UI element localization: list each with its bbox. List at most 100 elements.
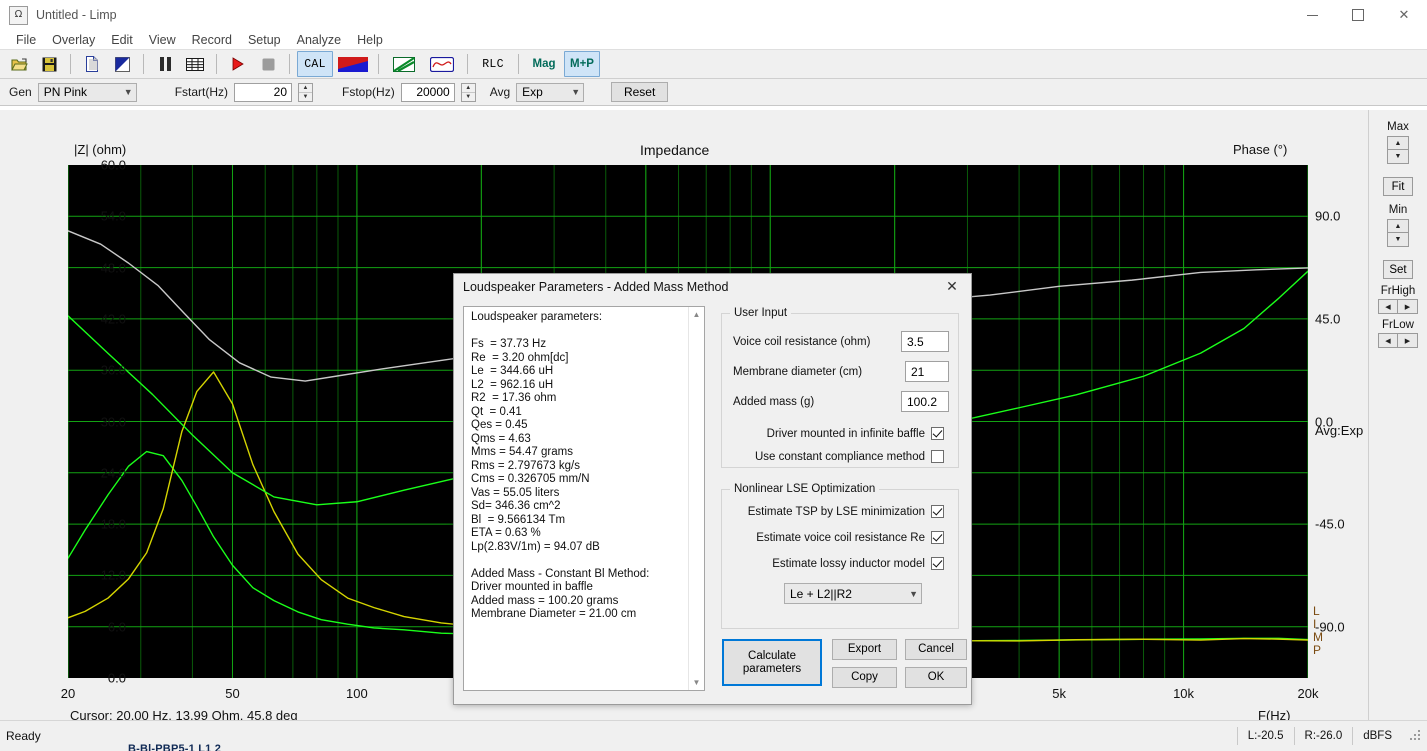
- menu-item-edit[interactable]: Edit: [103, 31, 141, 49]
- impedance-icon[interactable]: [386, 51, 422, 77]
- stepper-down-icon[interactable]: ▼: [299, 93, 312, 101]
- constant-compliance-row[interactable]: Use constant compliance method: [755, 450, 944, 463]
- infinite-baffle-row[interactable]: Driver mounted in infinite baffle: [767, 427, 944, 440]
- menu-item-setup[interactable]: Setup: [240, 31, 289, 49]
- left-axis-title: |Z| (ohm): [74, 142, 126, 157]
- colorbar-icon[interactable]: [335, 51, 371, 77]
- fstart-input[interactable]: 20: [234, 83, 292, 102]
- estimate-tsp-row[interactable]: Estimate TSP by LSE minimization: [748, 505, 944, 518]
- voice-coil-row: Voice coil resistance (ohm) 3.5: [733, 331, 949, 352]
- scroll-down-icon[interactable]: ▼: [689, 675, 704, 690]
- frhigh-left-icon[interactable]: ◀: [1378, 299, 1398, 314]
- menu-item-file[interactable]: File: [8, 31, 44, 49]
- save-file-icon[interactable]: [35, 51, 63, 77]
- pause-icon[interactable]: [151, 51, 179, 77]
- avg-select[interactable]: Exp ▼: [516, 83, 584, 102]
- menu-item-view[interactable]: View: [141, 31, 184, 49]
- user-input-group-title: User Input: [730, 307, 791, 319]
- min-stepper[interactable]: ▲ ▼: [1387, 219, 1409, 247]
- loudspeaker-parameters-dialog[interactable]: Loudspeaker Parameters - Added Mass Meth…: [453, 273, 972, 705]
- export-button[interactable]: Export: [832, 639, 897, 660]
- frlow-left-icon[interactable]: ◀: [1378, 333, 1398, 348]
- omega-icon: Ω: [9, 6, 28, 25]
- mag-phase-button[interactable]: M+P: [564, 51, 600, 77]
- stepper-down-icon[interactable]: ▼: [462, 93, 475, 101]
- estimate-re-checkbox[interactable]: [931, 531, 944, 544]
- voice-coil-input[interactable]: 3.5: [901, 331, 949, 352]
- constant-compliance-label: Use constant compliance method: [755, 451, 925, 463]
- rlc-button[interactable]: RLC: [475, 51, 511, 77]
- fit-button[interactable]: Fit: [1383, 177, 1413, 196]
- maximize-button[interactable]: [1335, 0, 1381, 30]
- fstop-input[interactable]: 20000: [401, 83, 455, 102]
- x-tick-label: 5k: [1052, 686, 1066, 701]
- menu-item-record[interactable]: Record: [184, 31, 240, 49]
- new-document-icon[interactable]: [78, 51, 106, 77]
- parameters-scrollbar[interactable]: ▲ ▼: [688, 307, 704, 690]
- generator-toolbar: Gen PN Pink ▼ Fstart(Hz) 20 ▲▼ Fstop(Hz)…: [0, 79, 1427, 106]
- stepper-up-icon[interactable]: ▲: [299, 84, 312, 93]
- status-right-group: L:-20.5 R:-26.0 dBFS: [1237, 726, 1427, 746]
- menu-item-help[interactable]: Help: [349, 31, 391, 49]
- estimate-lossy-checkbox[interactable]: [931, 557, 944, 570]
- infinite-baffle-checkbox[interactable]: [931, 427, 944, 440]
- open-file-icon[interactable]: [5, 51, 33, 77]
- dialog-body: Loudspeaker parameters: Fs = 37.73 Hz Re…: [454, 299, 971, 704]
- toolbar-separator: [378, 54, 379, 74]
- constant-compliance-checkbox[interactable]: [931, 450, 944, 463]
- menu-item-analyze[interactable]: Analyze: [289, 31, 349, 49]
- membrane-diameter-row: Membrane diameter (cm) 21: [733, 361, 949, 382]
- reset-button[interactable]: Reset: [611, 82, 668, 102]
- set-button[interactable]: Set: [1383, 260, 1413, 279]
- added-mass-row: Added mass (g) 100.2: [733, 391, 949, 412]
- fstop-stepper[interactable]: ▲▼: [461, 83, 476, 102]
- min-down-icon[interactable]: ▼: [1387, 233, 1409, 247]
- stepper-up-icon[interactable]: ▲: [462, 84, 475, 93]
- dialog-close-button[interactable]: ✕: [933, 274, 971, 299]
- ok-button[interactable]: OK: [905, 667, 967, 688]
- max-up-icon[interactable]: ▲: [1387, 136, 1409, 150]
- frhigh-right-icon[interactable]: ▶: [1398, 299, 1418, 314]
- max-stepper[interactable]: ▲ ▼: [1387, 136, 1409, 164]
- cal-button[interactable]: CAL: [297, 51, 333, 77]
- calculate-parameters-button[interactable]: Calculate parameters: [722, 639, 822, 686]
- inductor-model-select[interactable]: Le + L2||R2 ▼: [784, 583, 922, 604]
- estimate-tsp-checkbox[interactable]: [931, 505, 944, 518]
- waveform-icon[interactable]: [424, 51, 460, 77]
- taskbar-peek: B-Bl-PBP5-1 L1 2: [128, 743, 221, 751]
- play-icon[interactable]: [224, 51, 252, 77]
- resize-grip[interactable]: [1408, 728, 1424, 744]
- cancel-button[interactable]: Cancel: [905, 639, 967, 660]
- voice-coil-label: Voice coil resistance (ohm): [733, 336, 870, 348]
- close-button[interactable]: ✕: [1381, 0, 1427, 30]
- stop-icon[interactable]: [254, 51, 282, 77]
- frlow-right-icon[interactable]: ▶: [1398, 333, 1418, 348]
- status-text: Ready: [6, 729, 41, 743]
- mag-button[interactable]: Mag: [526, 51, 562, 77]
- copy-button[interactable]: Copy: [832, 667, 897, 688]
- plot-side-controls: Max ▲ ▼ Fit Min ▲ ▼ Set FrHigh ◀ ▶ FrLow…: [1369, 110, 1427, 721]
- estimate-re-row[interactable]: Estimate voice coil resistance Re: [756, 531, 944, 544]
- min-up-icon[interactable]: ▲: [1387, 219, 1409, 233]
- x-tick-label: 20: [61, 686, 75, 701]
- minimize-button[interactable]: [1289, 0, 1335, 30]
- estimate-lossy-row[interactable]: Estimate lossy inductor model: [772, 557, 944, 570]
- parameters-text: Loudspeaker parameters: Fs = 37.73 Hz Re…: [471, 311, 684, 622]
- level-units: dBFS: [1352, 727, 1402, 745]
- fstop-label: Fstop(Hz): [342, 85, 395, 99]
- fstart-stepper[interactable]: ▲▼: [298, 83, 313, 102]
- table-icon[interactable]: [181, 51, 209, 77]
- parameters-textbox[interactable]: Loudspeaker parameters: Fs = 37.73 Hz Re…: [463, 306, 705, 691]
- menu-item-overlay[interactable]: Overlay: [44, 31, 103, 49]
- y-tick-label: 12.0: [101, 568, 126, 583]
- frlow-stepper[interactable]: ◀ ▶: [1369, 333, 1427, 348]
- window-title: Untitled - Limp: [36, 8, 117, 22]
- x-tick-label: 50: [225, 686, 239, 701]
- max-down-icon[interactable]: ▼: [1387, 150, 1409, 164]
- membrane-diameter-input[interactable]: 21: [905, 361, 949, 382]
- overlay-icon[interactable]: [108, 51, 136, 77]
- generator-select[interactable]: PN Pink ▼: [38, 83, 137, 102]
- scroll-up-icon[interactable]: ▲: [689, 307, 704, 322]
- added-mass-input[interactable]: 100.2: [901, 391, 949, 412]
- frhigh-stepper[interactable]: ◀ ▶: [1369, 299, 1427, 314]
